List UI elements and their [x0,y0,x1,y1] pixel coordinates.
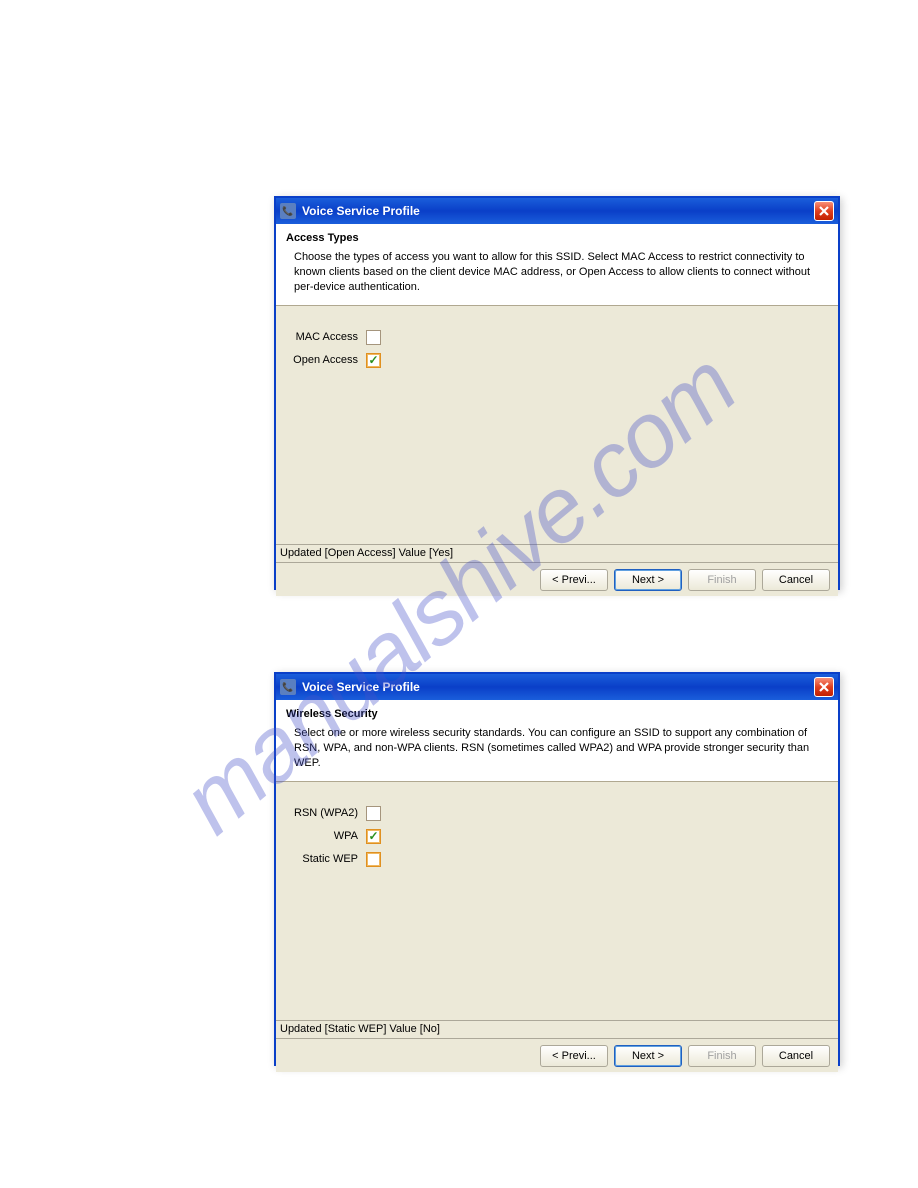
section-description: Select one or more wireless security sta… [286,726,828,771]
cancel-button[interactable]: Cancel [762,569,830,591]
open-access-row: Open Access ✓ [286,351,828,370]
section-title: Wireless Security [286,708,828,720]
close-button[interactable] [814,201,834,221]
window-title: Voice Service Profile [302,680,814,694]
window-title: Voice Service Profile [302,204,814,218]
mac-access-row: MAC Access [286,328,828,347]
status-bar: Updated [Open Access] Value [Yes] [276,544,838,562]
next-button[interactable]: Next > [614,569,682,591]
voice-service-profile-dialog-access-types: 📞 Voice Service Profile Access Types Cho… [274,196,840,590]
app-icon: 📞 [280,679,296,695]
button-bar: < Previ... Next > Finish Cancel [276,1038,838,1072]
header-section: Wireless Security Select one or more wir… [276,700,838,782]
rsn-wpa2-checkbox[interactable] [366,806,381,821]
static-wep-checkbox[interactable] [366,852,381,867]
wpa-row: WPA ✓ [286,827,828,846]
section-title: Access Types [286,232,828,244]
mac-access-label: MAC Access [286,331,366,343]
wpa-label: WPA [286,830,366,842]
rsn-wpa2-label: RSN (WPA2) [286,807,366,819]
header-section: Access Types Choose the types of access … [276,224,838,306]
rsn-wpa2-row: RSN (WPA2) [286,804,828,823]
static-wep-label: Static WEP [286,853,366,865]
status-bar: Updated [Static WEP] Value [No] [276,1020,838,1038]
form-area: RSN (WPA2) WPA ✓ Static WEP [276,782,838,1020]
checkmark-icon: ✓ [368,830,378,842]
previous-button[interactable]: < Previ... [540,1045,608,1067]
static-wep-row: Static WEP [286,850,828,869]
titlebar[interactable]: 📞 Voice Service Profile [276,674,838,700]
close-button[interactable] [814,677,834,697]
checkmark-icon: ✓ [368,354,378,366]
open-access-checkbox[interactable]: ✓ [366,353,381,368]
app-icon: 📞 [280,203,296,219]
finish-button: Finish [688,569,756,591]
form-area: MAC Access Open Access ✓ [276,306,838,544]
voice-service-profile-dialog-wireless-security: 📞 Voice Service Profile Wireless Securit… [274,672,840,1066]
close-icon [818,205,830,217]
close-icon [818,681,830,693]
finish-button: Finish [688,1045,756,1067]
wpa-checkbox[interactable]: ✓ [366,829,381,844]
button-bar: < Previ... Next > Finish Cancel [276,562,838,596]
next-button[interactable]: Next > [614,1045,682,1067]
mac-access-checkbox[interactable] [366,330,381,345]
cancel-button[interactable]: Cancel [762,1045,830,1067]
previous-button[interactable]: < Previ... [540,569,608,591]
section-description: Choose the types of access you want to a… [286,250,828,295]
open-access-label: Open Access [286,354,366,366]
titlebar[interactable]: 📞 Voice Service Profile [276,198,838,224]
